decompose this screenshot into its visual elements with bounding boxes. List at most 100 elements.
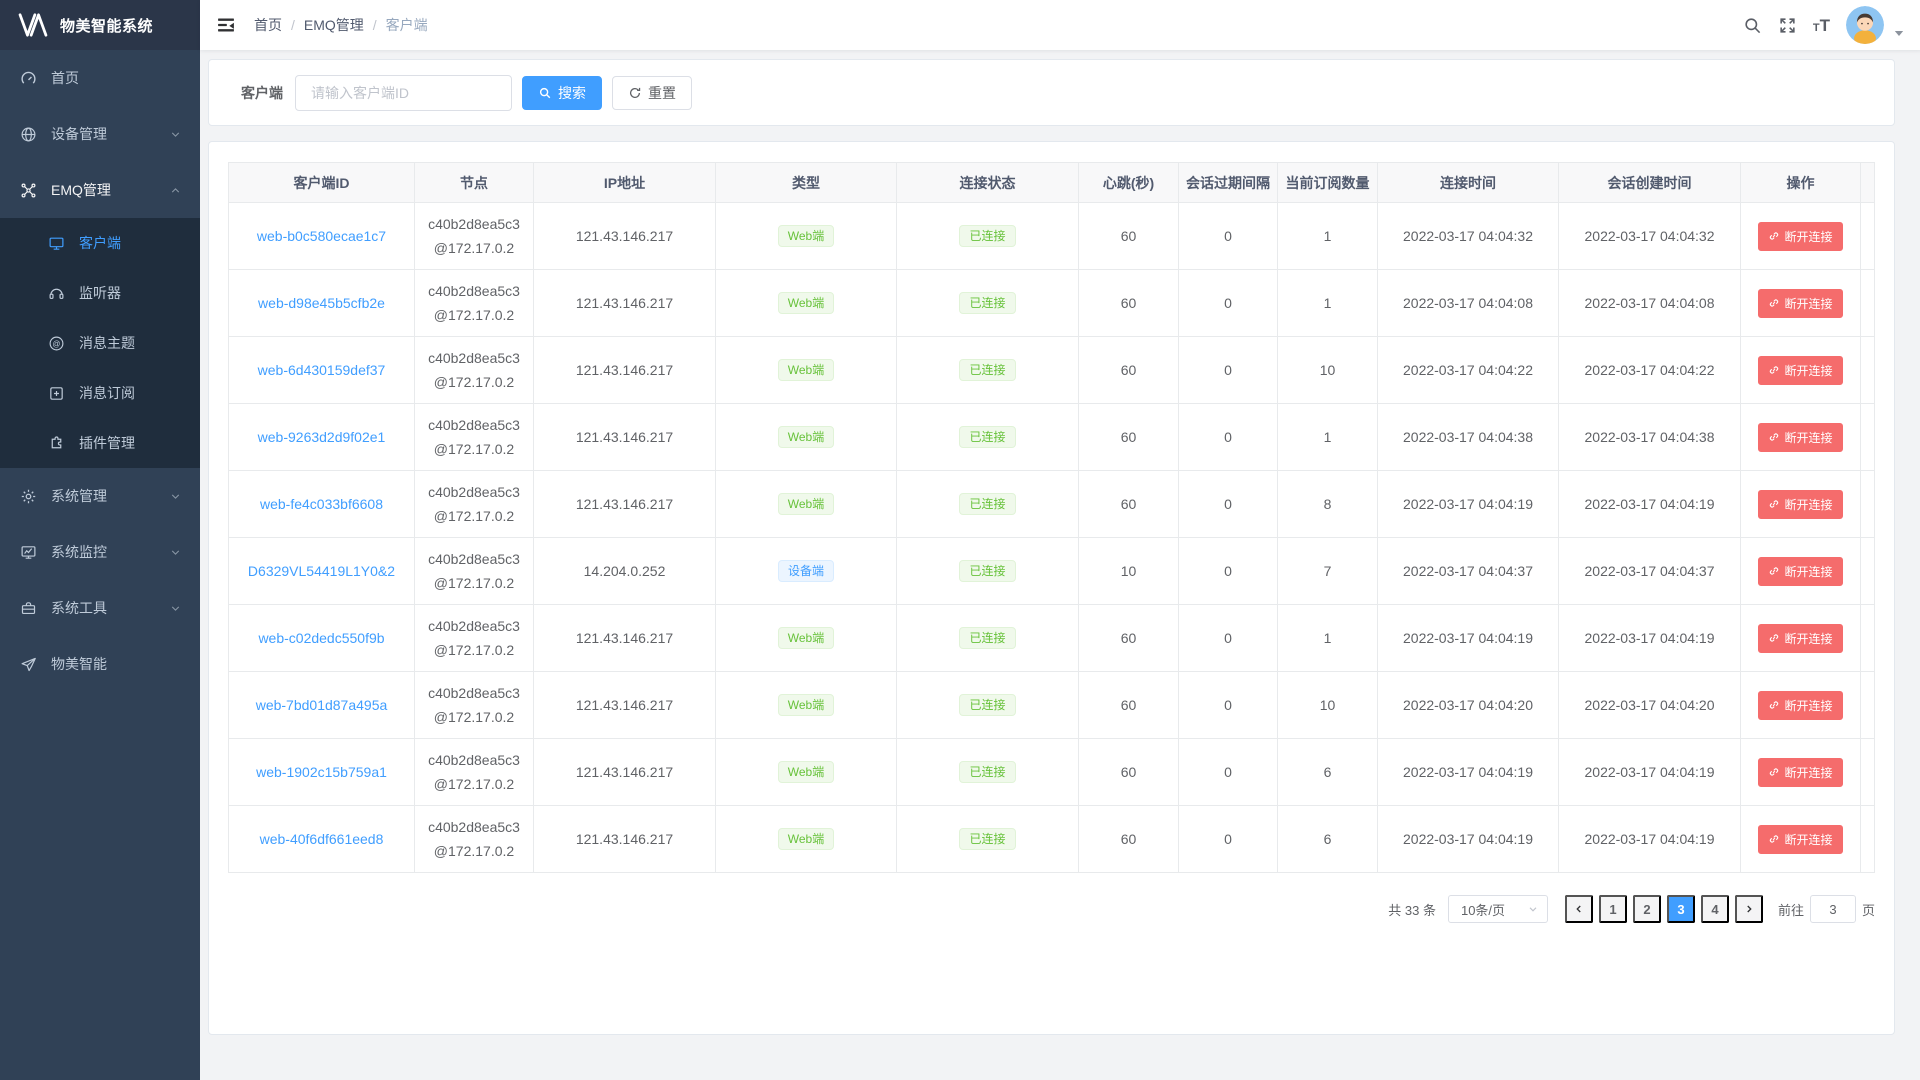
node-cell: c40b2d8ea5c3@172.17.0.2 xyxy=(415,672,534,739)
sidebar-item-wumei-smart[interactable]: 物美智能 xyxy=(0,636,200,692)
table-row: web-fe4c033bf6608c40b2d8ea5c3@172.17.0.2… xyxy=(229,471,1875,538)
submenu-emq-management: 客户端监听器@消息主题消息订阅插件管理 xyxy=(0,218,200,468)
sidebar-item-plugin-management[interactable]: 插件管理 xyxy=(0,418,200,468)
session-create-time-cell: 2022-03-17 04:04:22 xyxy=(1559,337,1741,404)
search-panel: 客户端 搜索 重置 xyxy=(208,59,1895,126)
status-cell: 已连接 xyxy=(897,404,1079,471)
disconnect-button[interactable]: 断开连接 xyxy=(1758,624,1842,653)
type-tag: 设备端 xyxy=(778,560,834,582)
sidebar-item-clients[interactable]: 客户端 xyxy=(0,218,200,268)
font-size-icon[interactable]: TT xyxy=(1813,17,1830,34)
session-create-time-cell: 2022-03-17 04:04:19 xyxy=(1559,471,1741,538)
sidebar-item-message-subscriptions[interactable]: 消息订阅 xyxy=(0,368,200,418)
sidebar-item-emq-management[interactable]: EMQ管理 xyxy=(0,162,200,218)
subscriptions-cell: 7 xyxy=(1278,538,1378,605)
chevron-down-icon xyxy=(169,602,182,615)
app-title: 物美智能系统 xyxy=(60,15,153,36)
sidebar-item-home[interactable]: 首页 xyxy=(0,50,200,106)
type-cell: Web端 xyxy=(716,337,897,404)
client-id-link[interactable]: web-c02dedc550f9b xyxy=(258,630,384,646)
type-tag: Web端 xyxy=(778,292,834,314)
page-button-4[interactable]: 4 xyxy=(1701,895,1729,923)
reset-button[interactable]: 重置 xyxy=(612,76,692,110)
table-scrollbar-gutter xyxy=(1861,203,1875,270)
sidebar-item-message-topics[interactable]: @消息主题 xyxy=(0,318,200,368)
breadcrumb: 首页 / EMQ管理 / 客户端 xyxy=(254,15,428,35)
ip-cell: 121.43.146.217 xyxy=(534,404,716,471)
disconnect-button[interactable]: 断开连接 xyxy=(1758,825,1842,854)
disconnect-button[interactable]: 断开连接 xyxy=(1758,691,1842,720)
disconnect-button[interactable]: 断开连接 xyxy=(1758,222,1842,251)
disconnect-button[interactable]: 断开连接 xyxy=(1758,557,1842,586)
sidebar-item-system-tools[interactable]: 系统工具 xyxy=(0,580,200,636)
table-scrollbar-gutter xyxy=(1861,471,1875,538)
status-cell: 已连接 xyxy=(897,672,1079,739)
client-id-link[interactable]: D6329VL54419L1Y0&2 xyxy=(248,563,395,579)
table-row: web-c02dedc550f9bc40b2d8ea5c3@172.17.0.2… xyxy=(229,605,1875,672)
goto-label: 前往 xyxy=(1778,900,1804,919)
client-id-link[interactable]: web-9263d2d9f02e1 xyxy=(258,429,386,445)
client-id-link[interactable]: web-7bd01d87a495a xyxy=(256,697,388,713)
client-id-input[interactable] xyxy=(295,75,512,111)
node-cell: c40b2d8ea5c3@172.17.0.2 xyxy=(415,203,534,270)
column-header: 操作 xyxy=(1741,163,1861,203)
disconnect-button[interactable]: 断开连接 xyxy=(1758,289,1842,318)
app-logo[interactable]: 物美智能系统 xyxy=(0,0,200,50)
heartbeat-cell: 60 xyxy=(1079,337,1179,404)
ip-cell: 121.43.146.217 xyxy=(534,270,716,337)
table-row: web-b0c580ecae1c7 c40b2d8ea5c3@172.17.0.2… xyxy=(229,203,1875,270)
status-cell: 已连接 xyxy=(897,270,1079,337)
connect-time-cell: 2022-03-17 04:04:19 xyxy=(1378,739,1559,806)
disconnect-button[interactable]: 断开连接 xyxy=(1758,758,1842,787)
search-icon[interactable] xyxy=(1743,16,1762,35)
status-tag: 已连接 xyxy=(959,560,1015,582)
type-cell: Web端 xyxy=(716,739,897,806)
status-cell: 已连接 xyxy=(897,471,1079,538)
node-cell: c40b2d8ea5c3@172.17.0.2 xyxy=(415,337,534,404)
monitor-chart-icon xyxy=(20,544,37,561)
sidebar-item-listeners[interactable]: 监听器 xyxy=(0,268,200,318)
page-button-1[interactable]: 1 xyxy=(1599,895,1627,923)
breadcrumb-item-emq[interactable]: EMQ管理 xyxy=(304,15,364,35)
type-cell: Web端 xyxy=(716,270,897,337)
next-page-button[interactable] xyxy=(1735,895,1763,923)
client-id-link[interactable]: web-40f6df661eed8 xyxy=(260,831,384,847)
heartbeat-cell: 60 xyxy=(1079,203,1179,270)
page-size-select[interactable]: 10条/页 xyxy=(1448,895,1548,923)
chevron-down-icon xyxy=(169,490,182,503)
sidebar-item-system-monitoring[interactable]: 系统监控 xyxy=(0,524,200,580)
client-id-cell: web-9263d2d9f02e1 xyxy=(229,404,415,471)
disconnect-button[interactable]: 断开连接 xyxy=(1758,356,1842,385)
reset-button-label: 重置 xyxy=(648,83,676,103)
sidebar-item-label: 设备管理 xyxy=(51,124,169,144)
page-button-2[interactable]: 2 xyxy=(1633,895,1661,923)
status-cell: 已连接 xyxy=(897,538,1079,605)
client-id-link[interactable]: web-6d430159def37 xyxy=(258,362,386,378)
table-scrollbar-gutter xyxy=(1861,806,1875,873)
disconnect-button-label: 断开连接 xyxy=(1784,496,1832,513)
connect-time-cell: 2022-03-17 04:04:32 xyxy=(1378,203,1559,270)
client-id-link[interactable]: web-d98e45b5cfb2e xyxy=(258,295,385,311)
session-expiry-cell: 0 xyxy=(1179,471,1278,538)
disconnect-button[interactable]: 断开连接 xyxy=(1758,423,1842,452)
breadcrumb-item-home[interactable]: 首页 xyxy=(254,15,282,35)
sidebar-item-system-management[interactable]: 系统管理 xyxy=(0,468,200,524)
search-button[interactable]: 搜索 xyxy=(522,76,602,110)
client-id-link[interactable]: web-b0c580ecae1c7 xyxy=(257,228,386,244)
prev-page-button[interactable] xyxy=(1565,895,1593,923)
clients-table: 客户端ID节点IP地址类型连接状态心跳(秒)会话过期间隔当前订阅数量连接时间会话… xyxy=(228,162,1875,873)
caret-down-icon[interactable] xyxy=(1894,30,1904,37)
client-id-link[interactable]: web-fe4c033bf6608 xyxy=(260,496,383,512)
goto-page-input[interactable] xyxy=(1810,895,1856,923)
sidebar-item-device-management[interactable]: 设备管理 xyxy=(0,106,200,162)
page-button-3[interactable]: 3 xyxy=(1667,895,1695,923)
node-cell: c40b2d8ea5c3@172.17.0.2 xyxy=(415,404,534,471)
page-size-value: 10条/页 xyxy=(1461,900,1505,919)
disconnect-button[interactable]: 断开连接 xyxy=(1758,490,1842,519)
sidebar-item-label: 系统工具 xyxy=(51,598,169,618)
status-tag: 已连接 xyxy=(959,493,1015,515)
avatar[interactable] xyxy=(1846,6,1884,44)
sidebar-fold-icon[interactable] xyxy=(216,15,236,35)
fullscreen-icon[interactable] xyxy=(1778,16,1797,35)
client-id-link[interactable]: web-1902c15b759a1 xyxy=(256,764,387,780)
